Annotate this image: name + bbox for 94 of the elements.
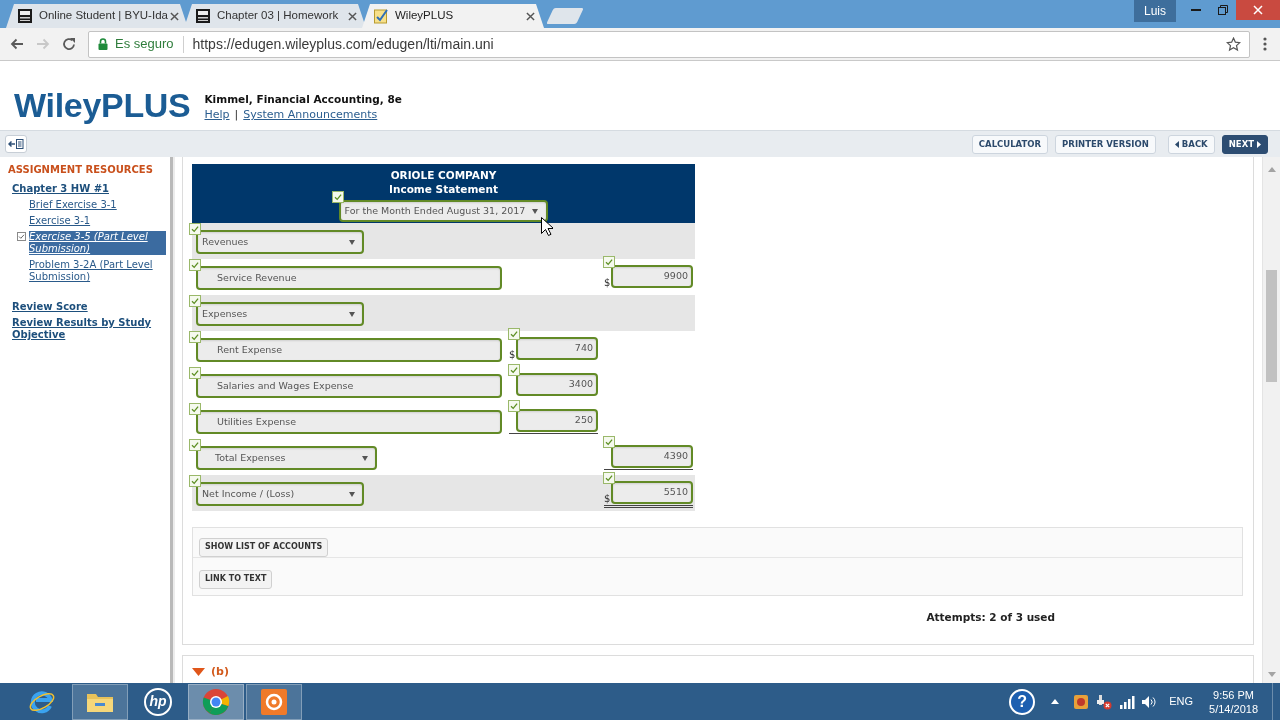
notepad-check-icon xyxy=(373,8,389,24)
hp-logo-icon: hp xyxy=(144,687,172,716)
sidebar-toggle-button[interactable] xyxy=(5,135,27,153)
mouse-pointer-icon xyxy=(541,217,553,236)
minimize-icon xyxy=(1190,9,1201,11)
profile-button[interactable]: Luis xyxy=(1134,0,1176,22)
caret-down-icon xyxy=(532,208,539,214)
header-link[interactable]: System Announcements xyxy=(243,107,378,122)
resource-button[interactable]: LINK TO TEXT xyxy=(199,569,273,589)
attempts-text: Attempts: 2 of 3 used xyxy=(926,610,1055,625)
taskbar-button[interactable] xyxy=(188,683,244,720)
caret-right-icon xyxy=(1257,140,1261,148)
url-text: https://edugen.wileyplus.com/edugen/lti/main.uni xyxy=(192,34,494,54)
site-logo: WileyPLUS xyxy=(14,88,191,122)
caret-down-icon xyxy=(362,455,368,461)
amount-field[interactable]: 4390 xyxy=(611,445,693,468)
back-button[interactable]: BACK xyxy=(1167,134,1215,154)
next-button[interactable]: NEXT xyxy=(1221,134,1268,154)
scrollbar[interactable] xyxy=(1262,157,1280,683)
currency-sign: $ xyxy=(604,278,611,288)
account-dropdown[interactable]: Net Income / (Loss) xyxy=(196,482,364,506)
caret-up-icon[interactable] xyxy=(1051,699,1060,704)
company-name: ORIOLE COMPANY xyxy=(390,168,497,182)
part-toggle[interactable]: (b) xyxy=(192,664,229,681)
toolbar-button[interactable]: CALCULATOR xyxy=(971,134,1049,154)
security-label: Es seguro xyxy=(115,35,174,54)
browser-tab[interactable]: WileyPLUS xyxy=(362,4,544,28)
amount-field[interactable]: 5510 xyxy=(611,481,693,504)
taskbar-button[interactable]: hp xyxy=(130,683,186,720)
arrow-left-icon xyxy=(9,36,25,52)
site-logo-icon xyxy=(17,8,33,24)
amount-field[interactable]: 3400 xyxy=(516,373,598,396)
close-icon xyxy=(1253,5,1263,15)
clock[interactable]: 9:56 PM 5/14/2018 xyxy=(1209,687,1258,716)
period-dropdown[interactable]: For the Month Ended August 31, 2017 xyxy=(338,200,549,222)
currency-sign: $ xyxy=(509,350,516,360)
sidebar-item[interactable]: Exercise 3-5 (Part Level Submission) xyxy=(29,231,166,255)
caret-down-icon xyxy=(349,491,355,497)
account-name-field[interactable]: Salaries and Wages Expense xyxy=(196,374,502,398)
caret-down-icon xyxy=(349,239,355,245)
arrow-list-icon xyxy=(8,138,24,150)
caret-left-icon xyxy=(1174,140,1179,148)
close-icon[interactable] xyxy=(526,11,535,21)
speaker-icon[interactable] xyxy=(1141,694,1158,709)
lock-icon xyxy=(98,38,108,50)
arrow-right-icon xyxy=(35,36,51,52)
signal-bars-icon[interactable] xyxy=(1119,694,1136,709)
scrollbar-thumb[interactable] xyxy=(1266,270,1277,382)
sidebar-item[interactable]: Brief Exercise 3-1 xyxy=(29,199,117,211)
assignment-link[interactable]: Chapter 3 HW #1 xyxy=(12,183,109,195)
account-name-field[interactable]: Utilities Expense xyxy=(196,410,502,434)
sidebar-item[interactable]: Problem 3-2A (Part Level Submission) xyxy=(29,259,166,283)
account-name-field[interactable]: Rent Expense xyxy=(196,338,502,362)
resource-button[interactable]: SHOW LIST OF ACCOUNTS xyxy=(199,537,329,557)
clock-time: 9:56 PM xyxy=(1213,687,1254,702)
site-logo-icon xyxy=(195,8,211,24)
account-dropdown[interactable]: Revenues xyxy=(196,230,364,254)
toolbar-button[interactable]: PRINTER VERSION xyxy=(1055,134,1156,154)
taskbar-button[interactable] xyxy=(72,683,128,720)
statement-title: Income Statement xyxy=(389,182,498,196)
close-icon[interactable] xyxy=(348,11,357,21)
sidebar-link[interactable]: Review Results by Study Objective xyxy=(12,317,166,341)
clock-date: 5/14/2018 xyxy=(1209,701,1258,716)
currency-sign: $ xyxy=(604,494,611,504)
tray-app-icon[interactable] xyxy=(1073,693,1090,710)
sidebar-item[interactable]: Exercise 3-1 xyxy=(29,215,91,227)
restore-icon xyxy=(1217,5,1228,15)
header-link[interactable]: Help xyxy=(204,107,230,122)
amount-field[interactable]: 9900 xyxy=(611,265,693,288)
link-separator: | xyxy=(234,107,239,122)
browser-tab[interactable]: Chapter 03 | Homework xyxy=(184,4,366,28)
amount-field[interactable]: 740 xyxy=(516,337,598,360)
account-dropdown[interactable]: Expenses xyxy=(196,302,364,326)
reload-icon xyxy=(61,36,77,52)
sidebar-heading: ASSIGNMENT RESOURCES xyxy=(8,164,154,176)
sidebar-link[interactable]: Review Score xyxy=(12,301,88,313)
help-icon[interactable]: ? xyxy=(1009,688,1036,715)
language-indicator[interactable]: ENG xyxy=(1169,693,1194,710)
target-icon xyxy=(260,687,288,716)
round-logo-icon xyxy=(202,687,230,716)
checkbox-icon xyxy=(17,232,26,241)
caret-down-icon xyxy=(192,668,205,677)
caret-down-icon xyxy=(349,311,355,317)
bookmark-star-icon[interactable] xyxy=(1226,36,1241,52)
close-icon[interactable] xyxy=(170,11,179,21)
amount-field[interactable]: 250 xyxy=(516,409,598,432)
course-title: Kimmel, Financial Accounting, 8e xyxy=(204,92,402,107)
account-name-field[interactable]: Service Revenue xyxy=(196,266,502,290)
address-bar[interactable]: Es seguro https://edugen.wileyplus.com/edugen/lti/main.uni xyxy=(88,30,1250,58)
taskbar-button[interactable] xyxy=(246,683,302,720)
network-warning-icon[interactable] xyxy=(1096,693,1113,710)
account-dropdown[interactable]: Total Expenses xyxy=(196,446,377,470)
browser-tab[interactable]: Online Student | BYU-Ida xyxy=(6,4,188,28)
more-dots-icon xyxy=(1263,37,1267,51)
